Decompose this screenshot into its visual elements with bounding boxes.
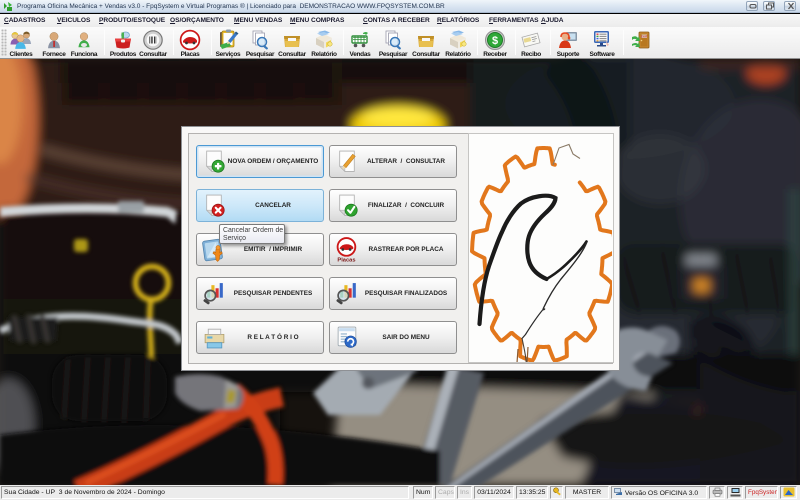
svg-text:EXIT: EXIT — [641, 34, 648, 38]
svg-text:$: $ — [492, 35, 498, 47]
svg-text:Placas: Placas — [337, 257, 355, 262]
